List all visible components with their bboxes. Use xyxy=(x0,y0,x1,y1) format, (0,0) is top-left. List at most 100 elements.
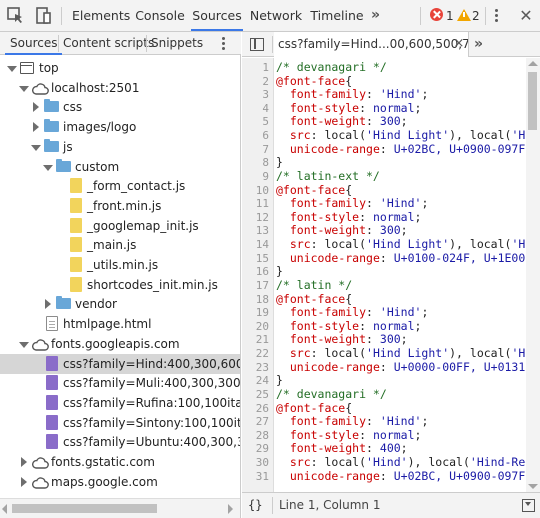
close-tab-button[interactable]: × xyxy=(452,36,466,52)
line-number[interactable]: 8 xyxy=(242,156,269,170)
navigator-menu-icon[interactable] xyxy=(222,37,226,51)
warning-count[interactable]: 2 xyxy=(472,0,480,32)
tree-item[interactable]: fonts.gstatic.com xyxy=(0,452,240,472)
tab-timeline[interactable]: Timeline xyxy=(309,0,365,31)
expand-arrow-icon[interactable] xyxy=(19,78,29,98)
tab-elements[interactable]: Elements xyxy=(72,0,130,31)
tree-item[interactable]: top xyxy=(0,58,240,78)
tree-item[interactable]: _front.min.js xyxy=(0,196,240,216)
tree-item[interactable]: htmlpage.html xyxy=(0,314,240,334)
line-number[interactable]: 11 xyxy=(242,197,269,211)
horizontal-scrollbar[interactable] xyxy=(0,498,240,518)
tab-snippets[interactable]: Snippets xyxy=(146,32,208,55)
tree-item[interactable]: maps.google.com xyxy=(0,472,240,492)
tree-item[interactable]: fonts.googleapis.com xyxy=(0,334,240,354)
line-number[interactable]: 14 xyxy=(242,238,269,252)
line-number[interactable]: 7 xyxy=(242,143,269,157)
open-file-tab[interactable]: css?family=Hind...00,600,500,700 xyxy=(274,32,469,57)
error-icon[interactable] xyxy=(430,8,443,21)
error-count[interactable]: 1 xyxy=(446,0,454,32)
tree-item[interactable]: custom xyxy=(0,157,240,177)
tree-item-label: images/logo xyxy=(63,120,137,135)
line-number[interactable]: 17 xyxy=(242,279,269,293)
line-number[interactable]: 5 xyxy=(242,115,269,129)
expand-arrow-icon[interactable] xyxy=(43,157,53,177)
line-number[interactable]: 27 xyxy=(242,415,269,429)
tab-sources-nav[interactable]: Sources xyxy=(5,32,63,55)
line-number[interactable]: 15 xyxy=(242,252,269,266)
kebab-menu-icon[interactable] xyxy=(495,9,499,23)
tree-item[interactable]: _utils.min.js xyxy=(0,255,240,275)
tree-item[interactable]: _main.js xyxy=(0,235,240,255)
line-number[interactable]: 9 xyxy=(242,170,269,184)
line-number[interactable]: 23 xyxy=(242,361,269,375)
tree-item[interactable]: css?family=Sintony:100,100italic,30 xyxy=(0,413,240,433)
line-number[interactable]: 4 xyxy=(242,102,269,116)
line-number[interactable]: 24 xyxy=(242,374,269,388)
tree-item[interactable]: _form_contact.js xyxy=(0,176,240,196)
collapse-arrow-icon[interactable] xyxy=(43,294,53,314)
toggle-debugger-icon[interactable] xyxy=(522,499,535,512)
line-number[interactable]: 3 xyxy=(242,88,269,102)
more-tabs-button[interactable]: » xyxy=(371,0,380,31)
line-number[interactable]: 13 xyxy=(242,224,269,238)
tree-item[interactable]: images/logo xyxy=(0,117,240,137)
line-number[interactable]: 26 xyxy=(242,402,269,416)
tab-console[interactable]: Console xyxy=(134,0,186,31)
line-number[interactable]: 20 xyxy=(242,320,269,334)
code-text: src: local('Hind Light'), local('Hi xyxy=(276,128,532,143)
tree-item[interactable]: vendor xyxy=(0,294,240,314)
scroll-left-icon[interactable] xyxy=(2,504,7,514)
device-toolbar-icon[interactable] xyxy=(33,6,53,26)
tree-item[interactable]: css?family=Ubuntu:400,300,300ital xyxy=(0,432,240,452)
line-number[interactable]: 25 xyxy=(242,388,269,402)
warning-icon[interactable] xyxy=(457,9,471,21)
line-number[interactable]: 12 xyxy=(242,211,269,225)
scroll-down-icon[interactable] xyxy=(528,484,538,489)
tab-network[interactable]: Network xyxy=(248,0,304,31)
line-number[interactable]: 2 xyxy=(242,75,269,89)
tree-item[interactable]: _googlemap_init.js xyxy=(0,216,240,236)
pretty-print-button[interactable]: {} xyxy=(248,493,262,518)
line-number[interactable]: 18 xyxy=(242,293,269,307)
tree-item[interactable]: shortcodes_init.min.js xyxy=(0,275,240,295)
tree-item[interactable]: css xyxy=(0,97,240,117)
line-number[interactable]: 29 xyxy=(242,442,269,456)
scroll-thumb[interactable] xyxy=(12,504,157,513)
vertical-scroll-thumb[interactable] xyxy=(528,72,537,130)
line-number[interactable]: 21 xyxy=(242,333,269,347)
scroll-right-icon[interactable] xyxy=(228,504,233,514)
line-number[interactable]: 31 xyxy=(242,470,269,484)
line-number[interactable]: 6 xyxy=(242,129,269,143)
line-number[interactable]: 28 xyxy=(242,429,269,443)
line-number[interactable]: 30 xyxy=(242,456,269,470)
collapse-arrow-icon[interactable] xyxy=(31,97,41,117)
toggle-navigator-icon[interactable] xyxy=(250,38,264,51)
code-text: @font-face{ xyxy=(276,183,352,198)
collapse-arrow-icon[interactable] xyxy=(19,452,29,472)
tree-item[interactable]: localhost:2501 xyxy=(0,78,240,98)
close-devtools-button[interactable]: ✕ xyxy=(518,6,534,26)
tab-sources[interactable]: Sources xyxy=(191,0,243,31)
line-number[interactable]: 1 xyxy=(242,61,269,75)
line-number[interactable]: 10 xyxy=(242,184,269,198)
line-number[interactable]: 16 xyxy=(242,265,269,279)
tree-item[interactable]: css?family=Muli:400,300,300italic,4 xyxy=(0,373,240,393)
tree-item[interactable]: css?family=Hind:400,300,600,500,7 xyxy=(0,353,240,374)
collapse-arrow-icon[interactable] xyxy=(19,472,29,492)
tab-content-scripts[interactable]: Content scripts xyxy=(58,32,159,55)
expand-arrow-icon[interactable] xyxy=(31,137,41,157)
collapse-arrow-icon[interactable] xyxy=(31,117,41,137)
expand-arrow-icon[interactable] xyxy=(7,58,17,78)
line-number[interactable]: 19 xyxy=(242,306,269,320)
code-editor[interactable]: 1/* devanagari */2 @font-face{3 font-fami… xyxy=(242,58,540,492)
expand-arrow-icon[interactable] xyxy=(19,334,29,354)
line-number[interactable]: 22 xyxy=(242,347,269,361)
js-file-icon xyxy=(70,237,82,253)
vertical-scrollbar[interactable] xyxy=(526,58,540,492)
more-editor-tabs-button[interactable]: » xyxy=(474,32,483,56)
scroll-up-icon[interactable] xyxy=(528,61,538,66)
tree-item[interactable]: css?family=Rufina:100,100italic,30 xyxy=(0,393,240,413)
tree-item[interactable]: js xyxy=(0,137,240,157)
inspect-element-icon[interactable] xyxy=(6,6,26,26)
